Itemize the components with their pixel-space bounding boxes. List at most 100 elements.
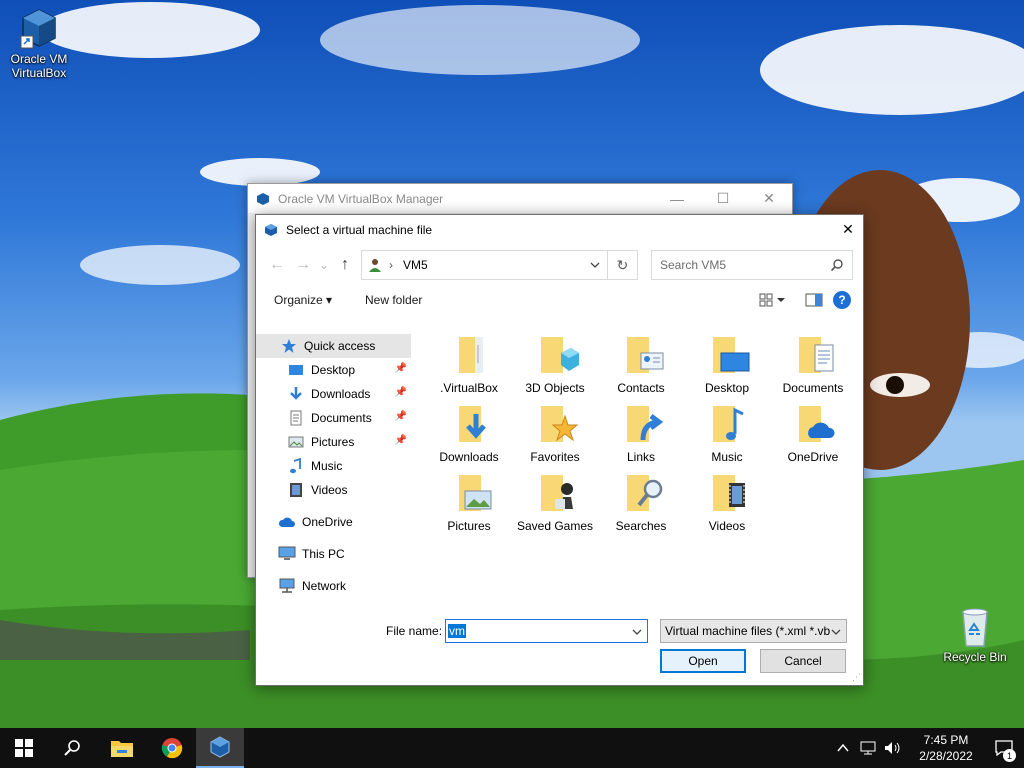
volume-icon[interactable] [884,741,902,755]
view-options-icon[interactable] [759,293,787,307]
file-name-value: vm [448,624,466,638]
address-bar[interactable]: › VM5 ↻ [361,250,638,280]
command-bar: Organize ▾ New folder ? [256,289,863,315]
folder-label: Downloads [439,450,499,464]
file-type-value: Virtual machine files (*.xml *.vb [665,624,831,638]
folder-label: Pictures [447,519,491,533]
close-button[interactable]: ✕ [746,184,792,213]
folder-item-videos[interactable]: Videos [684,463,770,534]
folder-item-links[interactable]: Links [598,394,684,465]
search-icon [64,740,80,756]
file-open-dialog: Select a virtual machine file ✕ ← → ⌄ ↑ … [255,214,864,686]
maximize-button[interactable]: ☐ [700,184,746,213]
folder-icon [445,331,493,379]
new-folder-button[interactable]: New folder [365,293,422,307]
folder-label: Music [711,450,743,464]
network-status-icon[interactable] [860,741,876,755]
desktop-icon-virtualbox[interactable]: Oracle VM VirtualBox [2,6,76,80]
refresh-button[interactable]: ↻ [607,251,637,279]
folder-item-desktop[interactable]: Desktop [684,325,770,396]
folder-item-favorites[interactable]: Favorites [512,394,598,465]
nav-item-desktop[interactable]: Desktop 📌 [256,358,411,382]
nav-item-pictures[interactable]: Pictures 📌 [256,430,411,454]
window-title: Oracle VM VirtualBox Manager [278,191,444,206]
start-button[interactable] [0,728,48,768]
folder-item-pictures[interactable]: Pictures [426,463,512,534]
dialog-close-button[interactable]: ✕ [833,215,863,244]
folder-item-music[interactable]: Music [684,394,770,465]
document-icon [287,409,305,427]
folder-label: Contacts [617,381,665,395]
folder-item-onedrive[interactable]: OneDrive [770,394,856,465]
folder-item-contacts[interactable]: Contacts [598,325,684,396]
taskbar-virtualbox[interactable] [196,728,244,768]
breadcrumb-vm5[interactable]: VM5 [403,258,428,272]
folder-label: Favorites [530,450,580,464]
desktop-icon-recycle-bin[interactable]: Recycle Bin [938,604,1012,664]
folder-item-documents[interactable]: Documents [770,325,856,396]
taskbar-search-button[interactable] [48,728,96,768]
preview-pane-icon[interactable] [805,293,823,307]
clock[interactable]: 7:45 PM 2/28/2022 [908,732,984,764]
nav-item-videos[interactable]: Videos [256,478,411,502]
nav-item-label: Videos [311,483,348,497]
nav-item-music[interactable]: Music [256,454,411,478]
chevron-down-icon[interactable] [589,259,601,271]
dialog-title-bar: Select a virtual machine file [256,215,863,244]
search-placeholder: Search VM5 [660,258,727,272]
organize-menu[interactable]: Organize ▾ [274,293,332,307]
search-box[interactable]: Search VM5 [651,250,853,280]
notification-center-button[interactable]: 1 [984,728,1024,768]
folder-item-saved-games[interactable]: Saved Games [512,463,598,534]
contacts-folder-icon [617,331,665,379]
folder-label: Desktop [704,381,750,395]
folder-item-downloads[interactable]: Downloads [426,394,512,465]
folder-item-virtualbox[interactable]: .VirtualBox [426,325,512,396]
taskbar-file-explorer[interactable] [98,728,146,768]
resize-grip[interactable]: ⋰ [852,672,861,683]
pin-icon: 📌 [394,411,407,422]
nav-item-documents[interactable]: Documents 📌 [256,406,411,430]
nav-item-quick-access[interactable]: Quick access [256,334,411,358]
searches-folder-icon [617,469,665,517]
notification-count: 1 [1003,749,1016,762]
help-icon[interactable]: ? [833,291,851,309]
file-name-label: File name: [386,624,443,638]
folder-label: Searches [615,519,667,533]
nav-item-onedrive[interactable]: OneDrive [256,510,411,534]
onedrive-folder-icon [789,400,837,448]
cancel-button[interactable]: Cancel [760,649,846,673]
chevron-down-icon [830,626,842,638]
taskbar: 7:45 PM 2/28/2022 1 [0,728,1024,768]
taskbar-chrome[interactable] [148,728,196,768]
desktop-folder-icon [703,331,751,379]
file-name-input[interactable]: vm [445,619,648,643]
folder-item-searches[interactable]: Searches [598,463,684,534]
recent-locations-button[interactable]: ⌄ [316,252,332,278]
chrome-icon [161,738,183,759]
folder-label: Videos [708,519,746,533]
file-type-select[interactable]: Virtual machine files (*.xml *.vb [660,619,847,643]
open-button[interactable]: Open [660,649,746,673]
back-button[interactable]: ← [264,252,290,278]
up-button[interactable]: ↑ [332,252,358,278]
virtualbox-icon [17,6,61,50]
nav-item-downloads[interactable]: Downloads 📌 [256,382,411,406]
forward-button[interactable]: → [290,252,316,278]
chevron-down-icon[interactable] [631,626,643,638]
nav-item-this-pc[interactable]: This PC [256,542,411,566]
folder-label: Saved Games [516,519,594,533]
start-icon [15,739,33,757]
breadcrumb-separator: › [389,258,393,272]
desktop-icon-label: Oracle VM VirtualBox [10,52,68,80]
chevron-up-icon[interactable] [836,741,850,755]
folder-item-3d-objects[interactable]: 3D Objects [512,325,598,396]
folder-label: 3D Objects [525,381,585,395]
minimize-button[interactable]: — [654,184,700,213]
favorites-folder-icon [531,400,579,448]
folder-label: Documents [782,381,844,395]
nav-item-network[interactable]: Network [256,574,411,598]
nav-item-label: OneDrive [302,515,353,529]
folder-label: OneDrive [787,450,839,464]
nav-item-label: Downloads [311,387,371,401]
